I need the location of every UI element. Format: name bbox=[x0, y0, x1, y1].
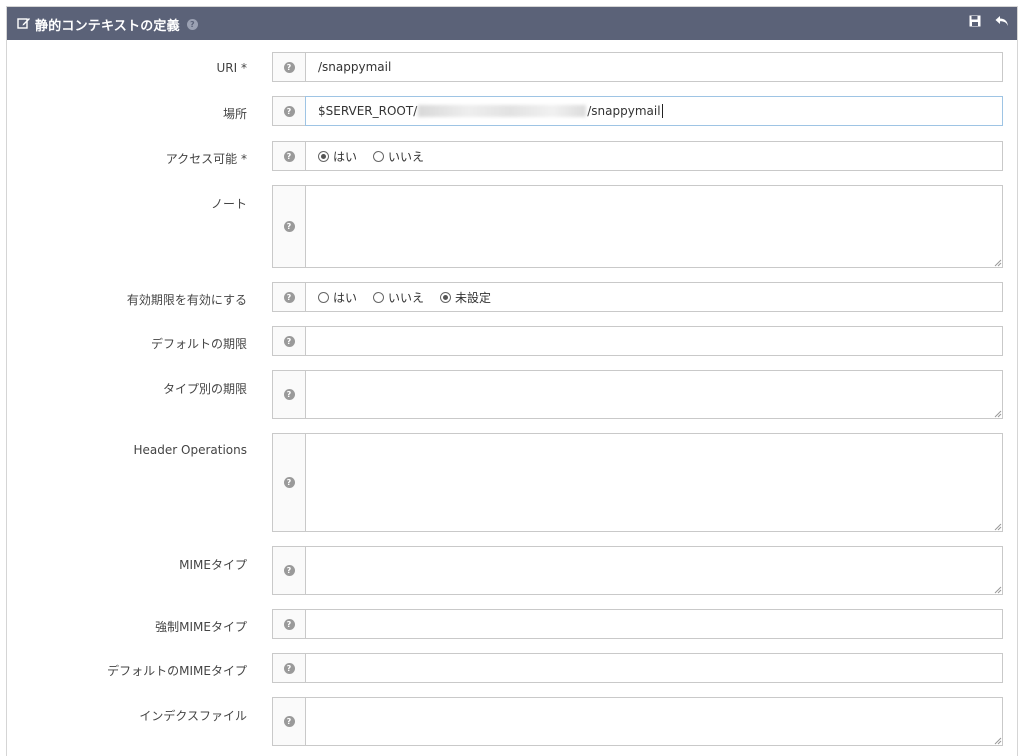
text-caret bbox=[661, 104, 663, 118]
notes-row: ノート ? bbox=[7, 185, 1017, 268]
default-mime-type-label: デフォルトのMIMEタイプ bbox=[107, 664, 247, 678]
accessible-no-radio[interactable]: いいえ bbox=[373, 148, 424, 165]
default-expires-row: デフォルトの期限 ? bbox=[7, 326, 1017, 356]
header-operations-label: Header Operations bbox=[133, 443, 247, 457]
question-circle-icon: ? bbox=[283, 477, 295, 488]
uri-help[interactable]: ? bbox=[272, 52, 306, 82]
radio-label: いいえ bbox=[388, 290, 425, 305]
header-operations-row: Header Operations ? bbox=[7, 433, 1017, 532]
mime-type-row: MIMEタイプ ? bbox=[7, 546, 1017, 595]
question-circle-icon: ? bbox=[283, 335, 295, 347]
accessible-radio-group: はい いいえ bbox=[305, 141, 1003, 171]
expires-by-type-label: タイプ別の期限 bbox=[162, 382, 247, 396]
uri-input[interactable]: /snappymail bbox=[305, 52, 1003, 82]
radio-label: 未設定 bbox=[455, 290, 492, 305]
radio-label: いいえ bbox=[388, 149, 425, 164]
mime-type-help[interactable]: ? bbox=[272, 546, 306, 595]
question-circle-icon: ? bbox=[283, 221, 295, 232]
notes-textarea[interactable] bbox=[305, 185, 1003, 268]
static-context-panel: 静的コンテキストの定義 ? URI * ? /snappymail 場所 ? $… bbox=[6, 6, 1018, 756]
force-mime-type-row: 強制MIMEタイプ ? bbox=[7, 609, 1017, 639]
question-circle-icon: ? bbox=[283, 61, 295, 73]
question-circle-icon: ? bbox=[283, 662, 295, 674]
uri-row: URI * ? /snappymail bbox=[7, 52, 1017, 82]
enable-expires-help[interactable]: ? bbox=[272, 282, 306, 312]
force-mime-type-help[interactable]: ? bbox=[272, 609, 306, 639]
enable-expires-yes-radio[interactable]: はい bbox=[318, 289, 357, 306]
question-circle-icon: ? bbox=[283, 618, 295, 630]
accessible-label: アクセス可能 * bbox=[165, 152, 247, 166]
location-value-suffix: /snappymail bbox=[587, 104, 661, 118]
question-circle-icon: ? bbox=[283, 716, 295, 727]
panel-title: 静的コンテキストの定義 bbox=[35, 19, 180, 34]
enable-expires-label: 有効期限を有効にする bbox=[126, 293, 247, 307]
uri-label: URI * bbox=[216, 61, 247, 75]
mime-type-label: MIMEタイプ bbox=[179, 558, 247, 572]
resize-grip-icon[interactable] bbox=[994, 410, 1002, 418]
question-circle-icon[interactable]: ? bbox=[186, 19, 198, 30]
notes-help[interactable]: ? bbox=[272, 185, 306, 268]
location-input[interactable]: $SERVER_ROOT/ /snappymail bbox=[305, 96, 1003, 126]
accessible-yes-radio[interactable]: はい bbox=[318, 148, 357, 165]
default-mime-type-row: デフォルトのMIMEタイプ ? bbox=[7, 653, 1017, 683]
radio-checked-icon bbox=[318, 150, 329, 162]
enable-expires-radio-group: はい いいえ 未設定 bbox=[305, 282, 1003, 312]
radio-unchecked-icon bbox=[373, 150, 385, 162]
radio-label: はい bbox=[333, 149, 358, 164]
default-expires-help[interactable]: ? bbox=[272, 326, 306, 356]
enable-expires-unset-radio[interactable]: 未設定 bbox=[440, 289, 491, 306]
redacted-path bbox=[418, 105, 587, 117]
question-circle-icon: ? bbox=[283, 105, 295, 117]
enable-expires-no-radio[interactable]: いいえ bbox=[373, 289, 424, 306]
resize-grip-icon[interactable] bbox=[994, 737, 1002, 745]
location-label: 場所 bbox=[222, 107, 247, 121]
question-circle-icon: ? bbox=[283, 389, 295, 400]
header-operations-textarea[interactable] bbox=[305, 433, 1003, 532]
default-expires-input[interactable] bbox=[305, 326, 1003, 356]
question-circle-icon: ? bbox=[283, 565, 295, 576]
expires-by-type-textarea[interactable] bbox=[305, 370, 1003, 419]
header-operations-help[interactable]: ? bbox=[272, 433, 306, 532]
resize-grip-icon[interactable] bbox=[994, 523, 1002, 531]
expires-by-type-row: タイプ別の期限 ? bbox=[7, 370, 1017, 419]
mime-type-textarea[interactable] bbox=[305, 546, 1003, 595]
expires-by-type-help[interactable]: ? bbox=[272, 370, 306, 419]
default-mime-type-input[interactable] bbox=[305, 653, 1003, 683]
uri-value: /snappymail bbox=[318, 60, 392, 74]
resize-grip-icon[interactable] bbox=[994, 259, 1002, 267]
question-circle-icon: ? bbox=[283, 291, 295, 303]
save-icon[interactable] bbox=[969, 15, 981, 30]
force-mime-type-label: 強制MIMEタイプ bbox=[155, 620, 247, 634]
question-circle-icon: ? bbox=[283, 150, 295, 162]
radio-label: はい bbox=[333, 290, 358, 305]
index-files-row: インデクスファイル ? bbox=[7, 697, 1017, 746]
index-files-label: インデクスファイル bbox=[139, 709, 247, 723]
location-value-prefix: $SERVER_ROOT/ bbox=[318, 104, 418, 118]
edit-icon bbox=[17, 16, 31, 33]
radio-unchecked-icon bbox=[373, 291, 385, 303]
panel-header: 静的コンテキストの定義 ? bbox=[7, 7, 1017, 40]
accessible-row: アクセス可能 * ? はい いいえ bbox=[7, 141, 1017, 171]
enable-expires-row: 有効期限を有効にする ? はい いいえ 未設定 bbox=[7, 282, 1017, 312]
resize-grip-icon[interactable] bbox=[994, 586, 1002, 594]
force-mime-type-input[interactable] bbox=[305, 609, 1003, 639]
location-row: 場所 ? $SERVER_ROOT/ /snappymail bbox=[7, 96, 1017, 126]
location-help[interactable]: ? bbox=[272, 96, 306, 126]
index-files-textarea[interactable] bbox=[305, 697, 1003, 746]
default-expires-label: デフォルトの期限 bbox=[150, 337, 247, 351]
accessible-help[interactable]: ? bbox=[272, 141, 306, 171]
index-files-help[interactable]: ? bbox=[272, 697, 306, 746]
radio-unchecked-icon bbox=[318, 291, 329, 303]
undo-arrow-icon[interactable] bbox=[995, 15, 1009, 30]
radio-checked-icon bbox=[440, 291, 452, 303]
default-mime-type-help[interactable]: ? bbox=[272, 653, 306, 683]
notes-label: ノート bbox=[210, 197, 247, 211]
